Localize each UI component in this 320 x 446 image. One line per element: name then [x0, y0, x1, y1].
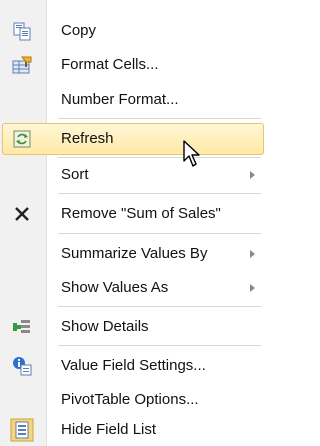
format-cells-icon: [12, 55, 32, 75]
show-details-icon: [12, 317, 32, 337]
menu-separator: [58, 118, 261, 119]
remove-x-icon: [12, 204, 32, 224]
menu-item-show-details[interactable]: Show Details: [0, 310, 267, 344]
menu-item-label: Remove "Sum of Sales": [61, 205, 221, 222]
menu-item-value-field-settings[interactable]: Value Field Settings...: [0, 349, 267, 383]
hide-field-list-icon: [10, 418, 34, 442]
menu-separator: [58, 306, 261, 307]
menu-separator: [58, 345, 261, 346]
menu-separator: [58, 233, 261, 234]
menu-item-format-cells[interactable]: Format Cells...: [0, 48, 267, 82]
submenu-arrow-icon: [250, 250, 255, 258]
refresh-icon: [12, 129, 32, 149]
pivot-context-menu: Copy Format Cells... Number Format... Re…: [0, 0, 267, 446]
submenu-arrow-icon: [250, 171, 255, 179]
mouse-pointer-icon: [183, 140, 200, 167]
menu-item-label: Number Format...: [61, 91, 179, 108]
menu-item-label: Copy: [61, 22, 97, 39]
copy-icon: [12, 21, 32, 41]
menu-item-refresh[interactable]: Refresh: [0, 122, 267, 156]
menu-item-label: Refresh: [61, 130, 114, 147]
menu-item-label: Hide Field List: [61, 421, 157, 438]
value-field-settings-icon: [12, 356, 32, 376]
menu-item-label: Sort: [61, 166, 89, 183]
menu-item-number-format[interactable]: Number Format...: [0, 83, 267, 117]
hover-highlight: [2, 123, 264, 155]
menu-item-remove-field[interactable]: Remove "Sum of Sales": [0, 197, 267, 231]
menu-item-copy[interactable]: Copy: [0, 14, 267, 48]
menu-item-label: Value Field Settings...: [61, 357, 206, 374]
menu-item-sort[interactable]: Sort: [0, 158, 267, 192]
menu-item-label: Show Details: [61, 318, 149, 335]
menu-item-hide-field-list[interactable]: Hide Field List: [0, 413, 267, 446]
submenu-arrow-icon: [250, 284, 255, 292]
menu-separator: [58, 193, 261, 194]
menu-item-label: Format Cells...: [61, 56, 159, 73]
menu-item-label: Summarize Values By: [61, 245, 208, 262]
menu-item-label: PivotTable Options...: [61, 391, 199, 408]
menu-item-pivottable-options[interactable]: PivotTable Options...: [0, 383, 267, 417]
menu-item-label: Show Values As: [61, 279, 169, 296]
menu-item-show-values-as[interactable]: Show Values As: [0, 271, 267, 305]
menu-item-summarize-values-by[interactable]: Summarize Values By: [0, 237, 267, 271]
